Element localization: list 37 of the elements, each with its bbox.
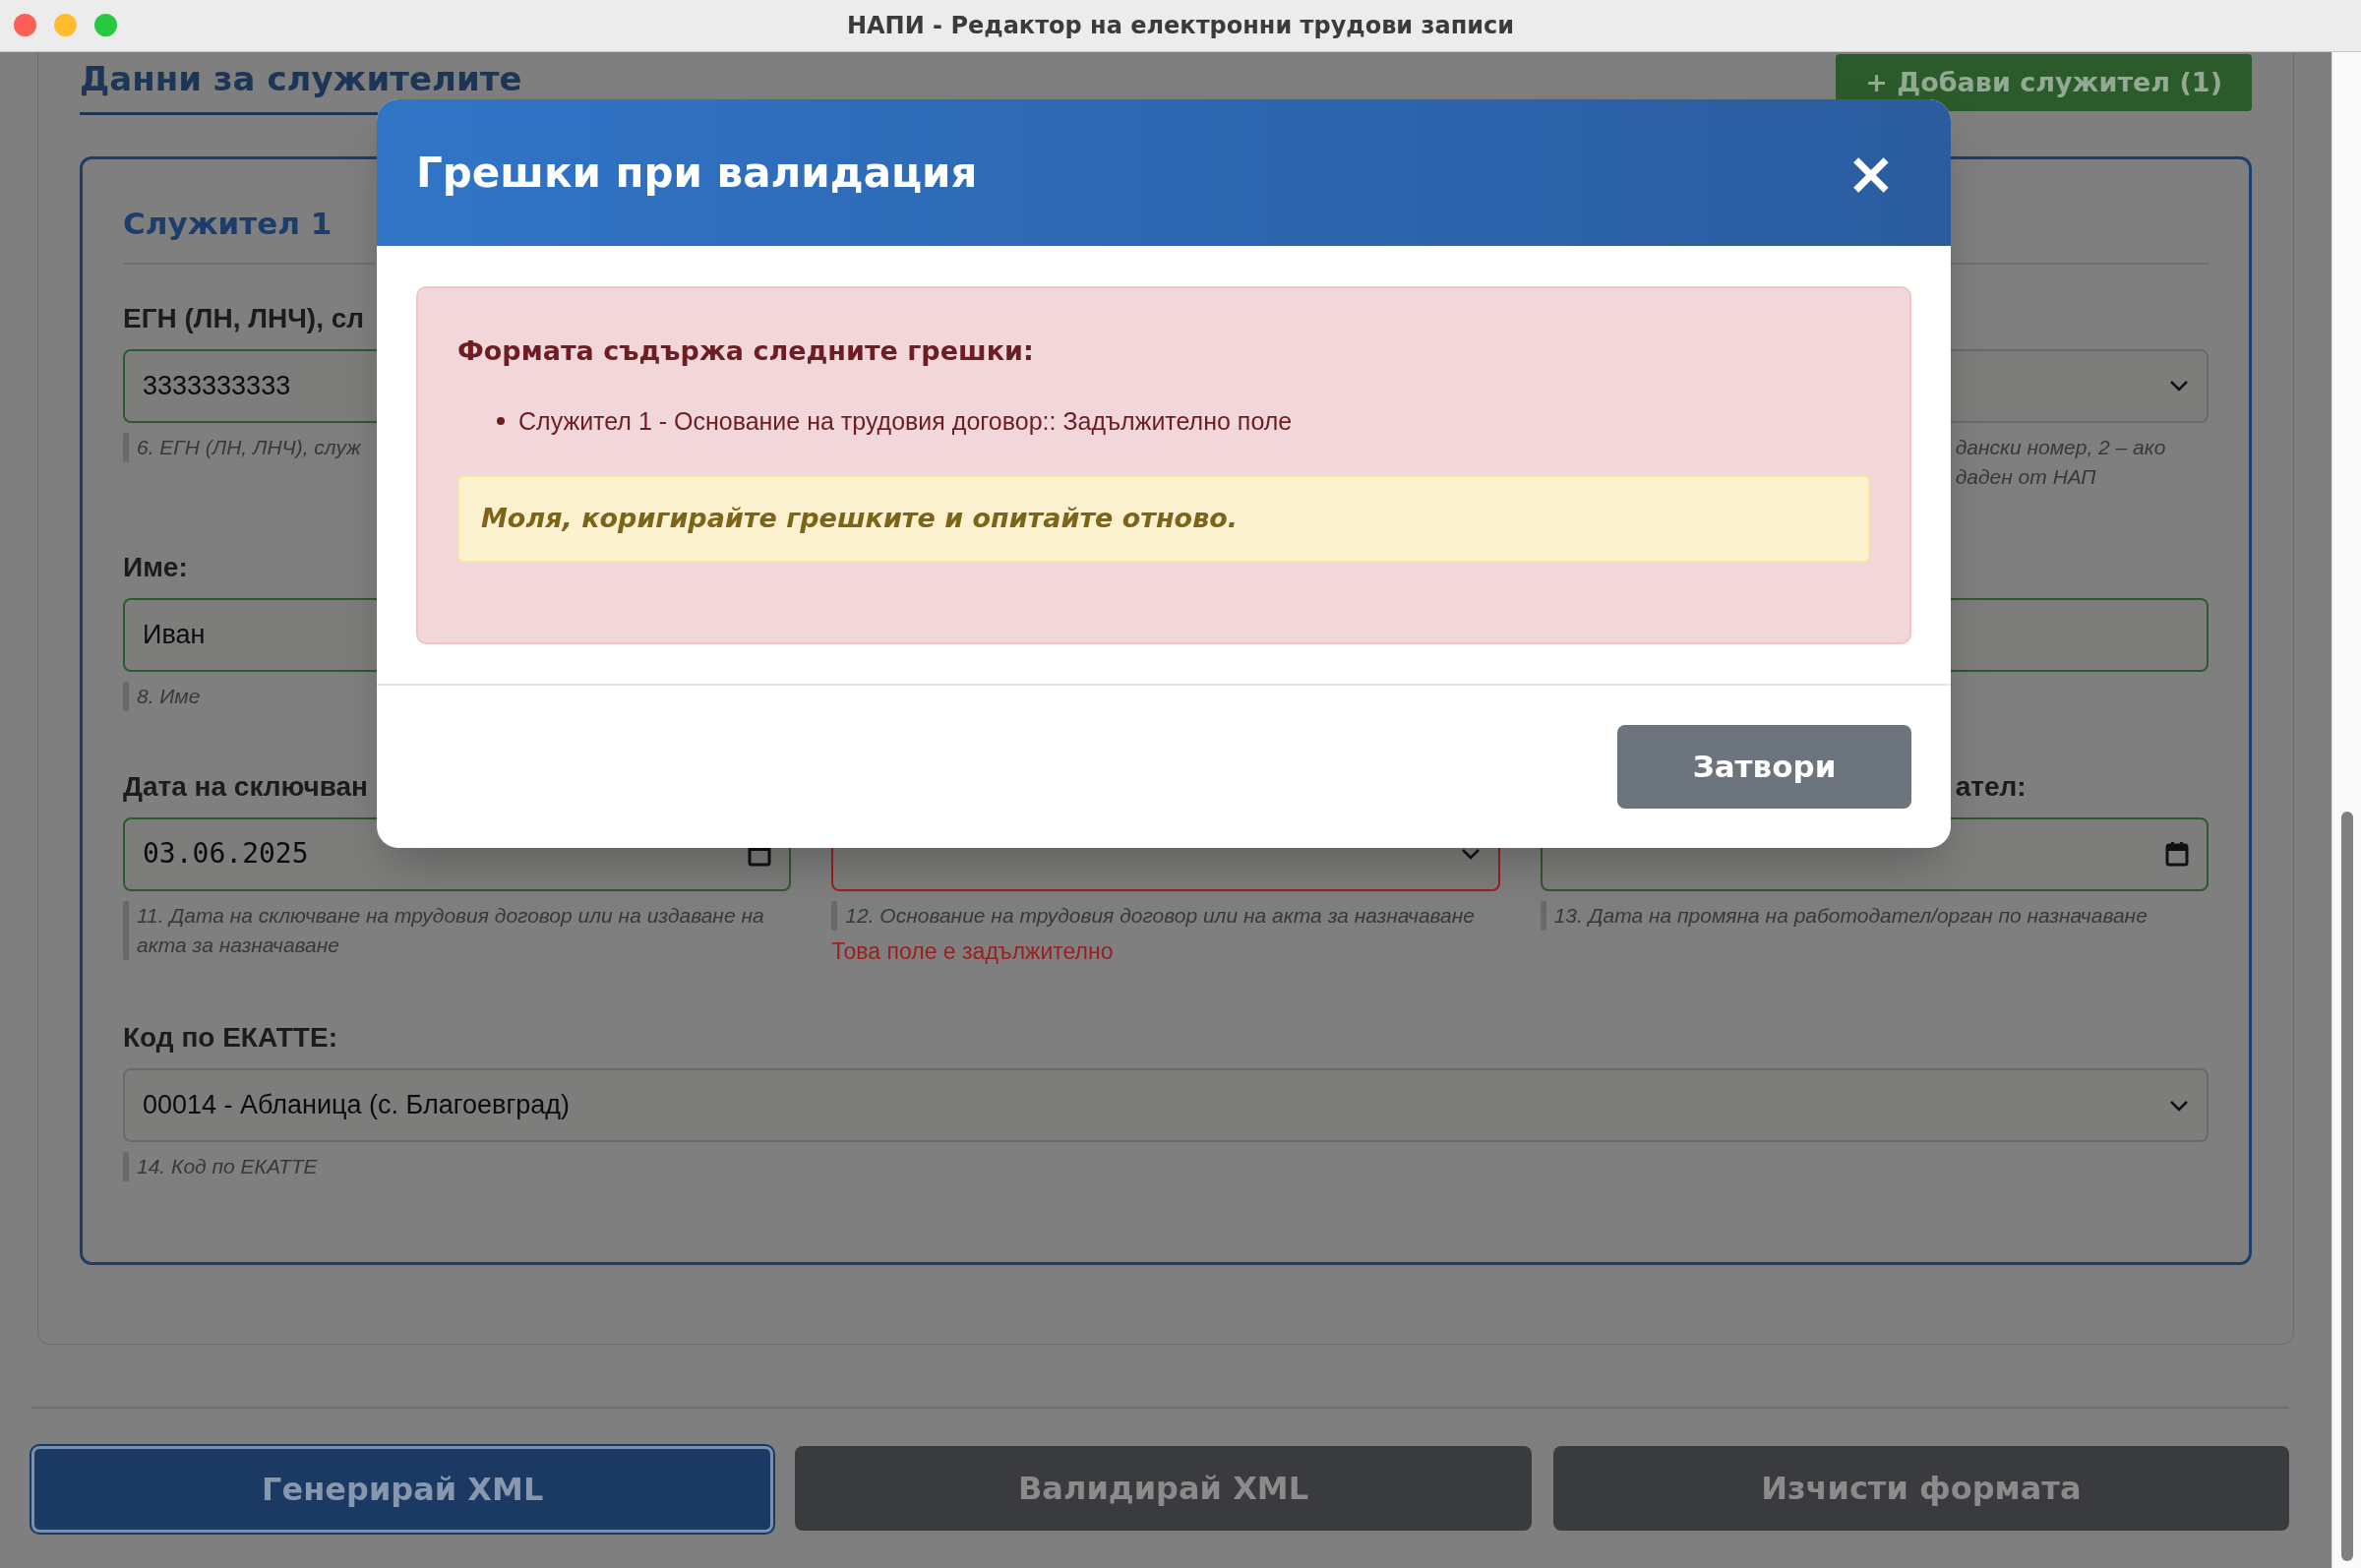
field-label: ател: (1955, 769, 2027, 804)
error-message: Това поле е задължително (831, 936, 1115, 966)
field-value: 03.06.2025 (143, 836, 309, 872)
action-button[interactable]: Валидирай XML (795, 1446, 1532, 1531)
calendar-icon (2165, 841, 2189, 867)
close-dialog-button[interactable]: Затвори (1617, 725, 1911, 809)
field-label: ЕГН (ЛН, ЛНЧ), сл (123, 301, 365, 335)
employee-title: Служител 1 (123, 205, 333, 243)
field-hint: дански номер, 2 – ако даден от НАП (1954, 434, 2167, 490)
scrollbar[interactable] (2331, 52, 2361, 1568)
scrollbar-thumb[interactable] (2341, 812, 2353, 1561)
field-value: 3333333333 (143, 369, 291, 402)
field-label: Дата на сключван (123, 769, 368, 804)
chevron-down-icon (2169, 1099, 2189, 1112)
field-value: 00014 - Абланица (с. Благоевград) (143, 1089, 571, 1122)
field-label: Име: (123, 550, 188, 584)
field-hint: 12. Основание на трудовия договор или на акта за назначаване (831, 900, 1500, 931)
chevron-down-icon (2169, 380, 2189, 392)
close-window-button[interactable] (14, 14, 36, 36)
action-button[interactable]: Изчисти формата (1552, 1446, 2289, 1531)
alert-title: Формата съдържа следните грешки: (457, 334, 1034, 368)
zoom-window-button[interactable] (94, 14, 117, 36)
add-employee-button[interactable]: + Добави служител (1) (1836, 54, 2252, 111)
select-field[interactable]: 00014 - Абланица (с. Благоевград) (123, 1068, 2209, 1142)
modal-title: Грешки при валидация (416, 148, 978, 199)
chevron-down-icon (1460, 848, 1481, 860)
field-hint: 11. Дата на сключване на трудовия договор или на издаване на акта за назначаване (123, 900, 792, 960)
field-hint: 14. Код по ЕКАТТЕ (123, 1152, 2209, 1181)
minimize-window-button[interactable] (54, 14, 77, 36)
field-label: Код по ЕКАТТЕ: (123, 1021, 337, 1055)
field-value: Иван (143, 618, 206, 651)
close-button[interactable]: × (1846, 143, 1896, 203)
warning-notice: Моля, коригирайте грешките и опитайте отново. (457, 475, 1870, 563)
action-button[interactable]: Генерирай XML (31, 1446, 774, 1533)
bullet-icon (497, 417, 505, 426)
field-hint: 13. Дата на промяна на работодател/орган по назначаване (1540, 900, 2209, 931)
window-title: НАПИ - Редактор на електронни трудови записи (846, 11, 1515, 41)
